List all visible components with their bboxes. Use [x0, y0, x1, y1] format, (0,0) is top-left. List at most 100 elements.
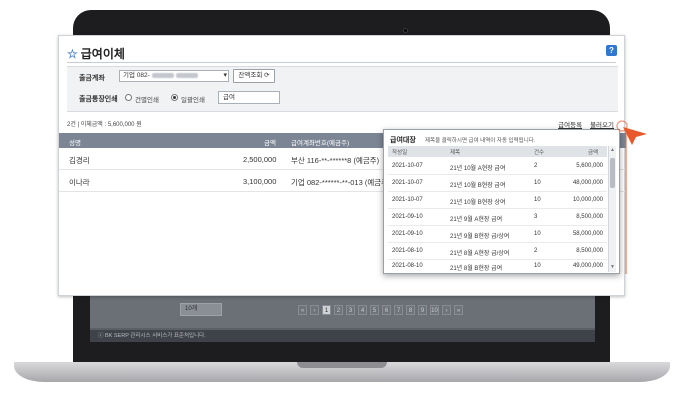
- scroll-thumb[interactable]: [610, 158, 615, 188]
- radio-individual[interactable]: [125, 94, 132, 101]
- pager-page[interactable]: 9: [418, 305, 427, 315]
- help-button[interactable]: ?: [606, 45, 617, 56]
- row-amount: 3,100,000: [243, 177, 277, 186]
- column-header: 작성일: [392, 150, 408, 156]
- column-header: 급여계좌번호(예금주): [291, 140, 350, 147]
- pager-last[interactable]: »: [454, 305, 463, 315]
- pager-page[interactable]: 5: [370, 305, 379, 315]
- column-header: 건수: [534, 150, 545, 156]
- row-count: 2: [534, 248, 538, 254]
- page-title-text: 급여이체: [80, 47, 125, 61]
- popup-row[interactable]: 2021-10-07 21년 10월 B현장 급여 10 48,000,000: [388, 175, 607, 192]
- print-text-input[interactable]: 급여: [218, 91, 280, 104]
- row-name: 김경리: [69, 156, 90, 165]
- pager-prev[interactable]: ‹: [310, 305, 319, 315]
- popup-description: 제목을 클릭하시면 급여 내역이 자동 입력됩니다.: [425, 138, 536, 144]
- row-date: 2021-09-10: [392, 214, 423, 220]
- footer-bar: ⓒ BK SERP 관리시스 서비스가 표준처입니다.: [90, 330, 595, 342]
- column-header: 제목: [450, 150, 461, 156]
- pager-next[interactable]: ›: [442, 305, 451, 315]
- row-subject[interactable]: 21년 9월 A현장 급여: [450, 214, 502, 223]
- masked-account: [151, 72, 174, 78]
- popup-scrollbar[interactable]: ▲ ▼: [608, 146, 616, 272]
- row-amount: 10,000,000: [572, 197, 603, 203]
- page-title: ☆ 급여이체: [67, 45, 125, 62]
- pager-page[interactable]: 2: [334, 305, 343, 315]
- laptop-notch: [297, 362, 387, 368]
- chevron-down-icon: ▾: [223, 72, 227, 79]
- column-header: 금액: [264, 140, 276, 147]
- row-count: 10: [534, 263, 541, 269]
- pagination: « ‹ 1 2 3 4 5 6 7 8 9 10 › »: [298, 305, 463, 315]
- row-amount: 8,500,000: [576, 214, 603, 220]
- pager-page[interactable]: 4: [358, 305, 367, 315]
- row-date: 2021-10-07: [392, 163, 423, 169]
- action-links: 급여등록 불러오기: [558, 119, 614, 129]
- pager-page[interactable]: 1: [322, 305, 331, 315]
- masked-account: [175, 72, 198, 78]
- row-name: 이나라: [69, 178, 90, 187]
- refresh-icon: ⟳: [264, 72, 270, 79]
- row-amount: 2,500,000: [243, 155, 277, 164]
- row-date: 2021-08-10: [392, 248, 423, 254]
- popup-row[interactable]: 2021-10-07 21년 10월 A현장 급여 2 5,600,000: [388, 158, 607, 175]
- pager-page[interactable]: 7: [394, 305, 403, 315]
- row-amount: 8,500,000: [576, 248, 603, 254]
- scroll-up-icon[interactable]: ▲: [610, 148, 615, 153]
- radio-individual-label: 건별인쇄: [135, 97, 159, 104]
- account-select[interactable]: 기업 082- ▾: [119, 70, 229, 82]
- transfer-summary: 2건 | 이체금액 : 5,600,000 원: [67, 122, 142, 128]
- row-count: 10: [534, 231, 541, 237]
- star-icon[interactable]: ☆: [67, 47, 78, 61]
- row-amount: 5,600,000: [576, 163, 603, 169]
- divider: [67, 62, 616, 63]
- account-value: 기업 082-: [123, 72, 150, 79]
- pager-first[interactable]: «: [298, 305, 307, 315]
- pager-page[interactable]: 6: [382, 305, 391, 315]
- row-amount: 48,000,000: [572, 180, 603, 186]
- account-label: 출금계좌: [79, 75, 105, 82]
- row-account: 부산 116-**-******8 (예금주): [291, 156, 380, 165]
- popup-row[interactable]: 2021-09-10 21년 9월 A현장 급여 3 8,500,000: [388, 209, 607, 226]
- payroll-ledger-popup: 급여대장 제목을 클릭하시면 급여 내역이 자동 입력됩니다. 작성일 제목 건…: [383, 129, 620, 274]
- popup-edge-highlight: [625, 128, 627, 274]
- row-date: 2021-10-07: [392, 180, 423, 186]
- row-subject[interactable]: 21년 9월 B현장 급/상여: [450, 231, 509, 240]
- load-link[interactable]: 불러오기: [590, 119, 614, 129]
- print-label: 출금통장인쇄: [79, 96, 118, 103]
- camera-icon: [403, 28, 408, 33]
- row-count: 2: [534, 163, 538, 169]
- row-count: 3: [534, 214, 538, 220]
- scroll-down-icon[interactable]: ▼: [610, 265, 615, 270]
- popup-row[interactable]: 2021-10-07 21년 10월 B현장 상여 10 10,000,000: [388, 192, 607, 209]
- balance-lookup-button[interactable]: 잔액조회 ⟳: [233, 69, 275, 83]
- column-header: 금액: [588, 150, 599, 156]
- popup-row[interactable]: 2021-08-10 21년 8월 B현장 급여 10 49,000,000: [388, 258, 607, 275]
- radio-bulk-label: 일괄인쇄: [181, 97, 205, 104]
- register-link[interactable]: 급여등록: [558, 119, 582, 129]
- row-account: 기업 082-******-**-013 (예금주): [291, 178, 391, 187]
- row-subject[interactable]: 21년 10월 A현장 급여: [450, 163, 505, 172]
- row-date: 2021-08-10: [392, 263, 423, 269]
- cursor-arrow-icon: [616, 120, 647, 145]
- page-size-select[interactable]: 10개: [180, 303, 222, 316]
- pager-page[interactable]: 8: [406, 305, 415, 315]
- row-subject[interactable]: 21년 10월 B현장 급여: [450, 180, 505, 189]
- row-subject[interactable]: 21년 8월 B현장 급여: [450, 263, 502, 272]
- row-amount: 49,000,000: [572, 263, 603, 269]
- pager-page[interactable]: 10: [430, 305, 439, 315]
- column-header: 성명: [69, 140, 81, 147]
- radio-bulk[interactable]: [171, 94, 178, 101]
- row-date: 2021-09-10: [392, 231, 423, 237]
- popup-table-header: 작성일 제목 건수 금액: [388, 146, 607, 157]
- row-count: 10: [534, 197, 541, 203]
- balance-lookup-label: 잔액조회: [238, 72, 263, 79]
- row-date: 2021-10-07: [392, 197, 423, 203]
- popup-row[interactable]: 2021-09-10 21년 9월 B현장 급/상여 10 58,000,000: [388, 226, 607, 243]
- popup-title: 급여대장: [390, 137, 416, 144]
- row-subject[interactable]: 21년 8월 A현장 급/상여: [450, 248, 509, 257]
- row-count: 10: [534, 180, 541, 186]
- pager-page[interactable]: 3: [346, 305, 355, 315]
- row-subject[interactable]: 21년 10월 B현장 상여: [450, 197, 505, 206]
- row-amount: 58,000,000: [572, 231, 603, 237]
